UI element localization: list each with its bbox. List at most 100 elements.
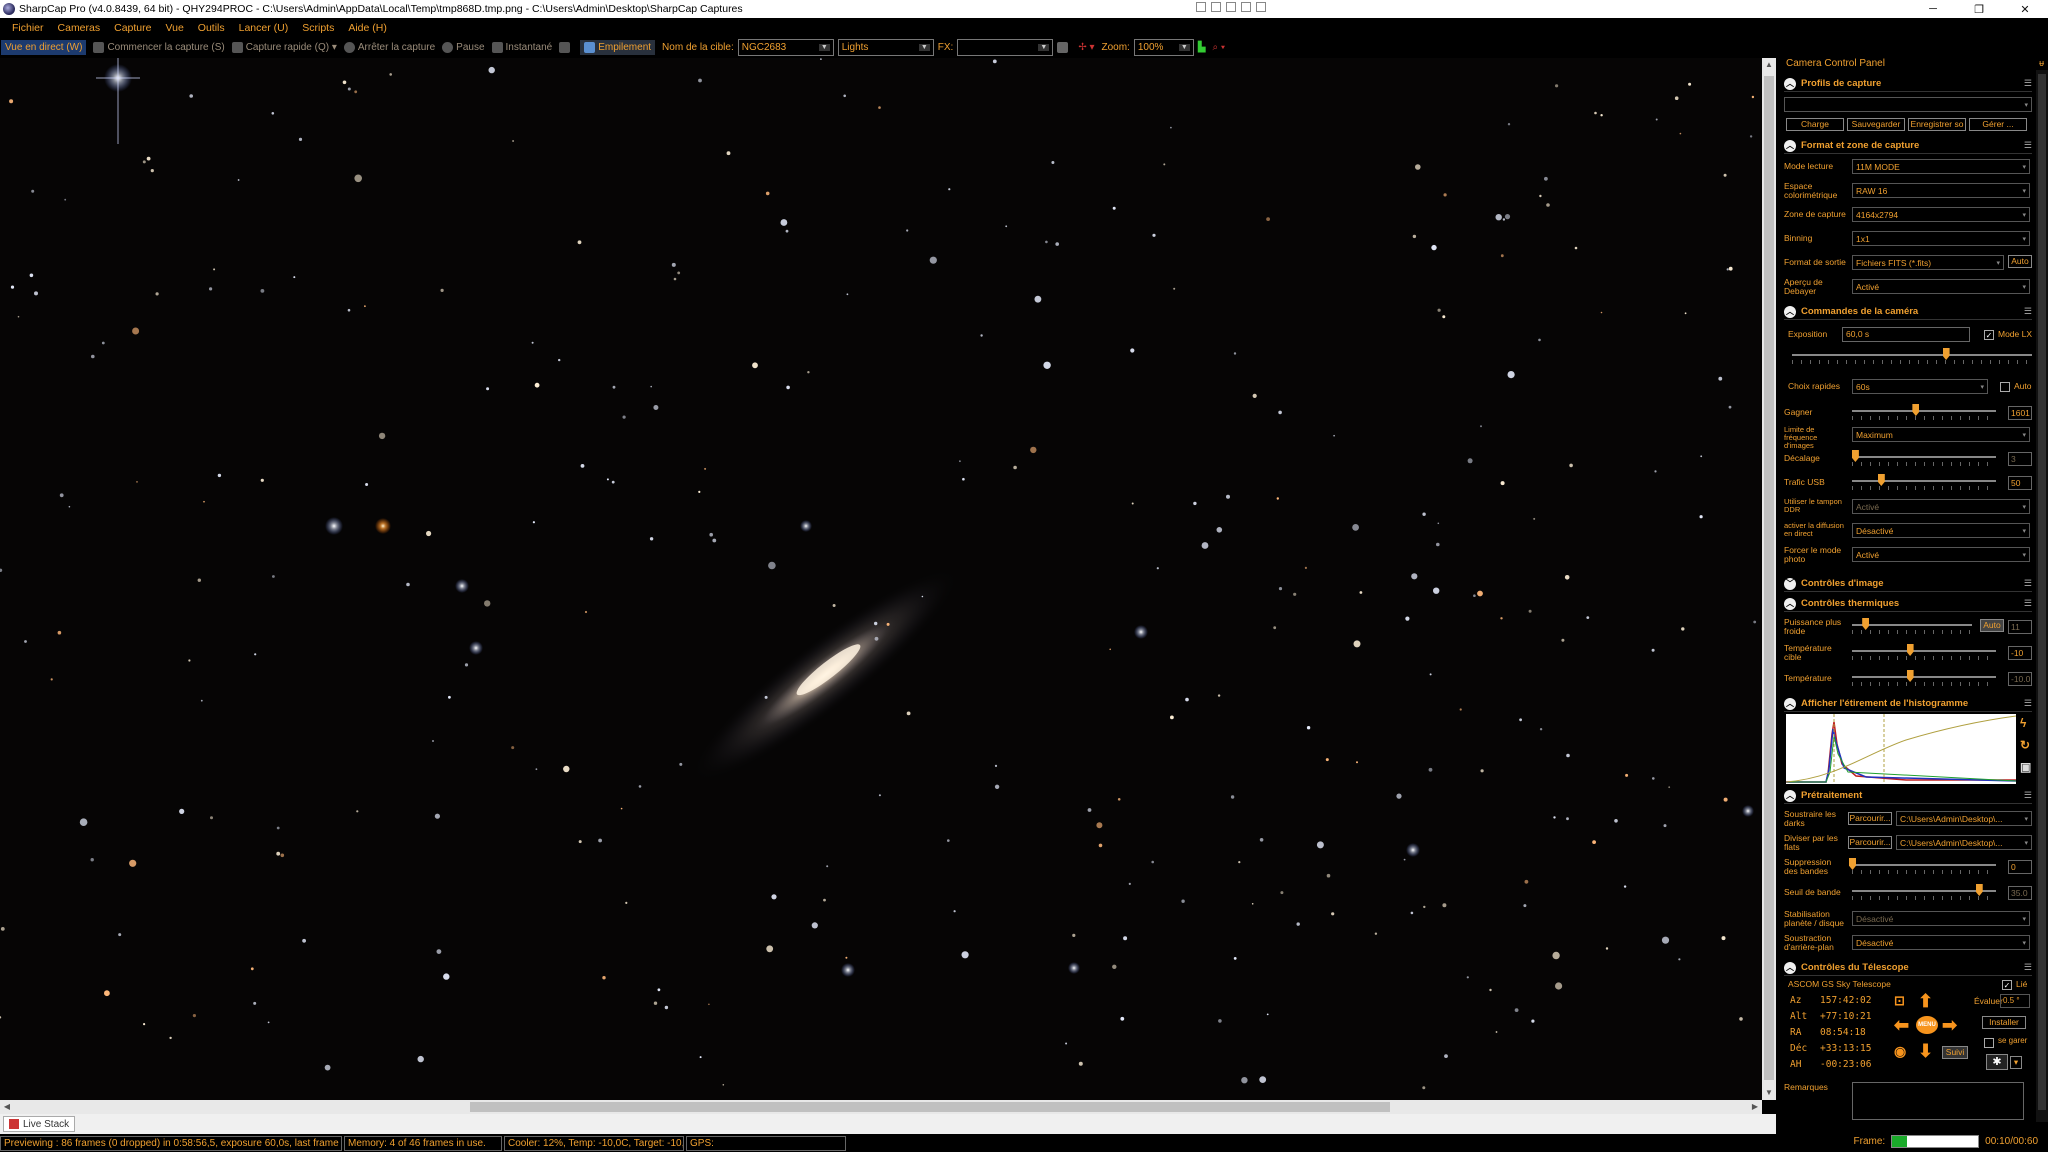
force-photo-select[interactable]: Activé ▾ xyxy=(1852,547,2030,562)
menu-cameras[interactable]: Cameras xyxy=(58,22,101,34)
banding-slider-thumb[interactable] xyxy=(1849,858,1856,870)
cooler-power-value[interactable]: 11 xyxy=(2008,620,2032,634)
section-thermal-controls[interactable]: ︿ Contrôles thermiques ☰ xyxy=(1784,596,2032,612)
usb-traffic-value[interactable]: 50 xyxy=(2008,476,2032,490)
linked-checkbox[interactable]: ✓ xyxy=(2002,980,2012,990)
exposure-input[interactable]: 60,0 s xyxy=(1842,327,1970,342)
flats-browse-button[interactable]: Parcourir... xyxy=(1848,836,1892,849)
gain-slider-thumb[interactable] xyxy=(1912,404,1920,416)
notes-textarea[interactable] xyxy=(1852,1082,2024,1120)
collapse-chevron-icon[interactable]: ︿ xyxy=(1784,77,1796,90)
settings-icon-button[interactable] xyxy=(559,42,573,53)
arrow-down-icon[interactable]: ⬇ xyxy=(1918,1042,1933,1060)
stop-mount-icon[interactable]: ◉ xyxy=(1894,1042,1906,1060)
save-as-profile-button[interactable]: Enregistrer so xyxy=(1908,118,1966,131)
band-threshold-slider-thumb[interactable] xyxy=(1975,884,1983,896)
darks-path-select[interactable]: C:\Users\Admin\Desktop\... ▾ xyxy=(1896,811,2032,826)
usb-traffic-slider[interactable] xyxy=(1852,474,1996,490)
section-preprocessing[interactable]: ︿ Prétraitement ☰ xyxy=(1784,788,2032,804)
hamburger-icon[interactable]: ☰ xyxy=(2024,140,2032,151)
grid-icon-button[interactable] xyxy=(1057,42,1071,53)
histogram-toggle-icon[interactable]: ▙ xyxy=(1198,42,1206,53)
slew-to-target-icon[interactable]: ⊡ xyxy=(1894,992,1905,1010)
lx-mode-checkbox[interactable]: ✓ xyxy=(1984,330,1994,340)
menu-scripts[interactable]: Scripts xyxy=(302,22,334,34)
quick-choice-select[interactable]: 60s ▾ xyxy=(1852,379,1988,394)
hamburger-icon[interactable]: ☰ xyxy=(2024,698,2032,709)
install-mount-button[interactable]: Installer xyxy=(1982,1016,2026,1029)
pause-button[interactable]: Pause xyxy=(442,42,485,53)
output-auto-button[interactable]: Auto xyxy=(2008,255,2032,268)
horizontal-scroll-thumb[interactable] xyxy=(470,1102,1390,1112)
load-profile-button[interactable]: Charge xyxy=(1786,118,1844,131)
debayer-preview-select[interactable]: Activé ▾ xyxy=(1852,279,2030,294)
star-sync-button[interactable]: ✱ xyxy=(1986,1054,2008,1070)
section-image-controls[interactable]: ﹀ Contrôles d'image ☰ xyxy=(1784,576,2032,592)
scroll-right-icon[interactable]: ▶ xyxy=(1748,1100,1762,1114)
stacking-button[interactable]: Empilement xyxy=(580,40,656,55)
vertical-scroll-thumb[interactable] xyxy=(1764,76,1774,1080)
quick-capture-button[interactable]: Capture rapide (Q) ▾ xyxy=(231,42,337,53)
target-temp-slider[interactable] xyxy=(1852,644,1996,660)
target-temp-slider-thumb[interactable] xyxy=(1906,644,1914,656)
collapse-chevron-icon[interactable]: ︿ xyxy=(1784,597,1796,610)
expand-chevron-icon[interactable]: ﹀ xyxy=(1784,577,1796,590)
fps-limit-select[interactable]: Maximum ▾ xyxy=(1852,427,2030,442)
gain-slider[interactable] xyxy=(1852,404,1996,420)
section-histogram[interactable]: ︿ Afficher l'étirement de l'histogramme … xyxy=(1784,696,2032,712)
scroll-down-icon[interactable]: ▼ xyxy=(1762,1086,1776,1100)
offset-slider-thumb[interactable] xyxy=(1851,450,1859,462)
save-profile-button[interactable]: Sauvegarder xyxy=(1847,118,1905,131)
cooler-power-slider-thumb[interactable] xyxy=(1862,618,1870,630)
section-capture-profiles[interactable]: ︿ Profils de capture ☰ xyxy=(1784,76,2032,92)
hamburger-icon[interactable]: ☰ xyxy=(2024,578,2032,589)
zoom-combo[interactable]: 100% ▼ xyxy=(1133,39,1194,56)
scroll-left-icon[interactable]: ◀ xyxy=(0,1100,14,1114)
maximize-button[interactable]: ❐ xyxy=(1956,0,2002,18)
arrow-left-icon[interactable]: ⬅ xyxy=(1894,1016,1909,1034)
cooler-power-slider[interactable] xyxy=(1852,618,1972,634)
collapse-chevron-icon[interactable]: ︿ xyxy=(1784,697,1796,710)
darks-browse-button[interactable]: Parcourir... xyxy=(1848,812,1892,825)
target-temp-value[interactable]: -10 xyxy=(2008,646,2032,660)
collapse-chevron-icon[interactable]: ︿ xyxy=(1784,139,1796,152)
frame-type-combo[interactable]: Lights ▼ xyxy=(837,39,934,56)
menu-fichier[interactable]: Fichier xyxy=(12,22,44,34)
gain-value[interactable]: 1601 xyxy=(2008,406,2032,420)
panel-scroll-thumb[interactable] xyxy=(2038,74,2046,1110)
fx-combo[interactable]: ▼ xyxy=(957,39,1054,56)
readout-mode-select[interactable]: 11M MODE ▾ xyxy=(1852,159,2030,174)
live-stack-tab[interactable]: Live Stack xyxy=(3,1116,76,1132)
stop-capture-button[interactable]: Arrêter la capture xyxy=(343,42,435,53)
collapse-chevron-icon[interactable]: ︿ xyxy=(1784,305,1796,318)
band-threshold-slider[interactable] xyxy=(1852,884,1996,900)
save-stretch-icon[interactable]: ▣ xyxy=(2020,758,2031,776)
ddr-buffer-select[interactable]: Activé ▾ xyxy=(1852,499,2030,514)
profile-select[interactable]: ▾ xyxy=(1784,97,2032,112)
offset-slider[interactable] xyxy=(1851,450,1996,466)
manage-profiles-button[interactable]: Gérer ... xyxy=(1969,118,2027,131)
start-capture-button[interactable]: Commencer la capture (S) xyxy=(93,42,225,53)
pin-icon[interactable]: ᵾ xyxy=(2039,58,2044,68)
park-checkbox[interactable] xyxy=(1984,1038,1994,1048)
live-broadcast-select[interactable]: Désactivé ▾ xyxy=(1852,523,2030,538)
auto-stretch-icon[interactable]: ϟ xyxy=(2020,714,2026,732)
live-view-button[interactable]: Vue en direct (W) xyxy=(1,40,87,55)
collapse-chevron-icon[interactable]: ︿ xyxy=(1784,961,1796,974)
exposure-slider-thumb[interactable] xyxy=(1942,348,1950,360)
stabilization-select[interactable]: Désactivé ▾ xyxy=(1852,911,2030,926)
cooler-auto-button[interactable]: Auto xyxy=(1980,619,2004,632)
vertical-scrollbar[interactable]: ▲ ▼ xyxy=(1762,58,1776,1100)
panel-scrollbar[interactable] xyxy=(2036,70,2048,1122)
quick-auto-checkbox[interactable] xyxy=(2000,382,2010,392)
usb-traffic-slider-thumb[interactable] xyxy=(1877,474,1885,486)
hamburger-icon[interactable]: ☰ xyxy=(2024,78,2032,89)
hamburger-icon[interactable]: ☰ xyxy=(2024,962,2032,973)
hamburger-icon[interactable]: ☰ xyxy=(2024,790,2032,801)
binning-select[interactable]: 1x1 ▾ xyxy=(1852,231,2030,246)
snapshot-button[interactable]: Instantané xyxy=(491,42,552,53)
hamburger-icon[interactable]: ☰ xyxy=(2024,598,2032,609)
capture-area-select[interactable]: 4164x2794 ▾ xyxy=(1852,207,2030,222)
hamburger-icon[interactable]: ☰ xyxy=(2024,306,2032,317)
output-format-select[interactable]: Fichiers FITS (*.fits) ▾ xyxy=(1852,255,2004,270)
